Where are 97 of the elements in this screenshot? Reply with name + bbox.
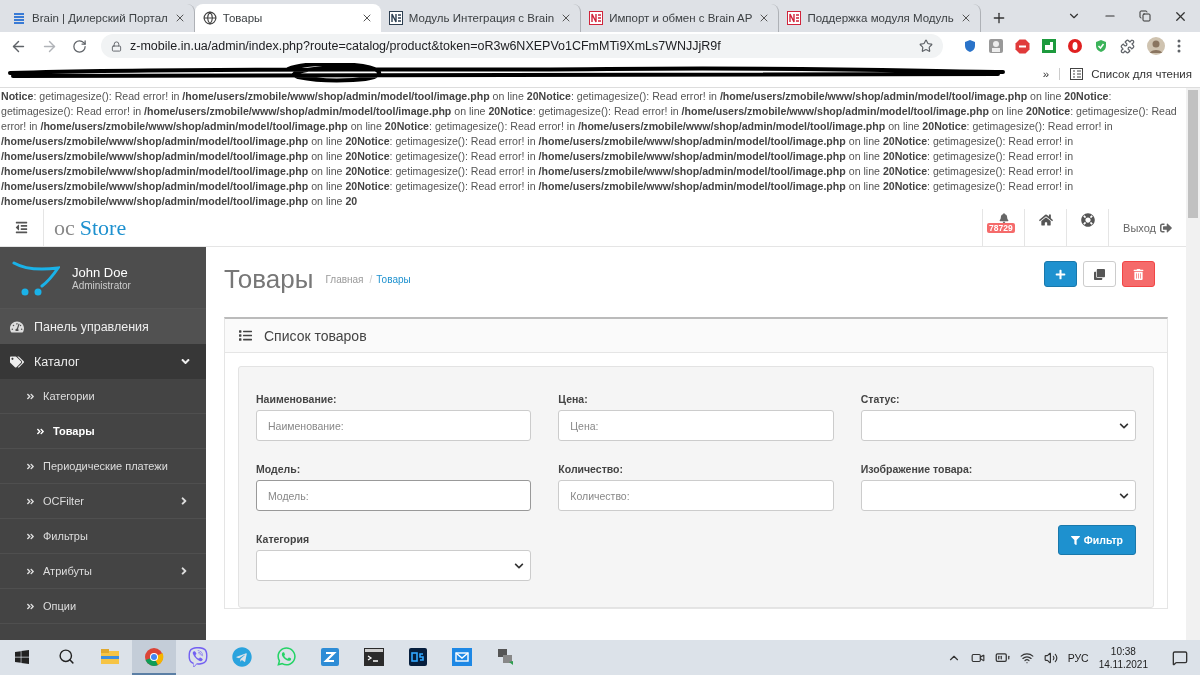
menu-toggle-icon[interactable] <box>15 221 28 234</box>
ns-icon <box>388 11 403 25</box>
reload-icon[interactable] <box>72 38 87 54</box>
field-label: Статус: <box>860 393 901 405</box>
notifications-icon[interactable] <box>1172 649 1188 666</box>
page-title: Товары <box>224 263 314 295</box>
filter-button[interactable]: Фильтр <box>1057 525 1136 555</box>
sidebar-item[interactable]: Панель управления <box>0 309 206 344</box>
stack-icon <box>12 11 26 25</box>
browser-tab[interactable]: Товары <box>194 4 381 32</box>
double-chevron-icon <box>26 566 35 576</box>
field-label: Модель: <box>256 463 302 475</box>
field-label: Наименование: <box>256 393 338 405</box>
help-icon[interactable] <box>1080 212 1095 227</box>
copy-icon <box>1094 268 1105 280</box>
field-label: Категория <box>256 533 310 545</box>
home-icon[interactable] <box>1038 212 1053 227</box>
add-button[interactable] <box>1044 261 1077 287</box>
windows-start-icon[interactable] <box>14 648 30 665</box>
user-name: John Doe <box>72 264 129 280</box>
bell-icon[interactable] <box>998 212 1009 223</box>
text-field[interactable]: Количество: <box>558 480 834 511</box>
select-field[interactable] <box>256 550 532 581</box>
mail-icon[interactable] <box>452 647 472 666</box>
app-icon[interactable] <box>409 647 427 666</box>
language-indicator[interactable]: РУС <box>1067 651 1089 664</box>
plus-icon <box>1055 268 1066 280</box>
more-icon[interactable] <box>1177 39 1181 53</box>
chevron-down-icon <box>1119 420 1129 431</box>
stop-sign-icon[interactable] <box>1015 38 1030 54</box>
shield-icon[interactable] <box>1094 39 1108 53</box>
restore-icon[interactable] <box>1139 10 1151 22</box>
select-field[interactable] <box>860 480 1136 511</box>
chevron-down-icon <box>514 560 525 571</box>
shield-icon[interactable] <box>963 39 977 53</box>
sidebar-subitem[interactable]: Фильтры <box>0 519 206 554</box>
text-field[interactable]: Модель: <box>256 480 532 511</box>
logo[interactable]: oc Store <box>44 214 127 241</box>
filter-icon <box>1070 535 1080 545</box>
double-chevron-icon <box>36 426 45 436</box>
tags-icon <box>10 354 24 369</box>
panel-title: Список товаров <box>264 327 367 344</box>
sidebar-subitem[interactable]: Опции <box>0 589 206 624</box>
bookmarks-overflow[interactable]: » <box>1042 67 1050 80</box>
text-field[interactable]: Цена: <box>558 410 834 441</box>
list-icon <box>239 329 252 342</box>
lock-icon <box>111 40 122 52</box>
browser-icon[interactable] <box>144 646 164 667</box>
delete-button[interactable] <box>1122 261 1155 287</box>
double-chevron-icon <box>26 601 35 611</box>
notification-badge: 78729 <box>987 222 1015 233</box>
volume-icon[interactable] <box>1043 650 1058 665</box>
reading-list-button[interactable]: Список для чтения <box>1059 67 1192 80</box>
double-chevron-icon <box>26 496 35 506</box>
double-chevron-icon <box>26 531 35 541</box>
ns-icon <box>589 11 604 25</box>
scrollbar[interactable] <box>1186 88 1200 640</box>
cart-logo-icon <box>12 259 60 296</box>
sidebar-subitem[interactable]: OCFilter <box>0 484 206 519</box>
error-notice: Notice: getimagesize(): Read error! in /home/users/zmobile/www/shop/admin/model/tool/image.php on line 20Notice: getimagesize(): Read error! in /home/users/zmobile/www/shop/admin/model/tool/image.php on line 20Notice: getimagesize(): Read error! in /home/users/zmobile/www/shop/admin/model/tool/image.php on line 20Notice: getimagesize(): Read error! in /home/users/zmobile/www/shop/admin/model/tool/image.php on line 20Notice: getimagesize(): Read error! in /home/users/zmobile/www/shop/admin/model/tool/image.php on line 20Notice: getimagesize(): Read error! in /home/users/zmobile/www/shop/admin/model/tool/image.php on line 20Notice: getimagesize(): Read error! in /home/users/zmobile/www/shop/admin/model/tool/image.php on line 20Notice: getimagesize(): Read error! in /home/users/zmobile/www/shop/admin/model/tool/image.php on line 20Notice: getimagesize(): Read error! in /home/users/zmobile/www/shop/admin/model/tool/image.php on line 20Notice: getimagesize(): Read error! in /home/users/zmobile/www/shop/admin/model/tool/image.php on line 20Notice: getimagesize(): Read error! in /home/users/zmobile/www/shop/admin/model/tool/image.php on line 20Notice: getimagesize(): Read error! in /home/users/zmobile/www/shop/admin/model/tool/image.php on line 20Notice: getimagesize(): Read error! in /home/users/zmobile/www/shop/admin/model/tool/image.php on line 20Notice: getimagesize(): Read error! in /home/users/zmobile/www/shop/admin/model/tool/image.php on line 20Notice: getimagesize(): Read error! in /home/users/zmobile/www/shop/admin/model/tool/image.php on line 20 <box>0 89 1178 209</box>
double-chevron-icon <box>26 391 35 401</box>
folder-icon[interactable] <box>100 647 120 666</box>
avatar-icon[interactable] <box>1147 37 1165 55</box>
user-role: Administrator <box>72 279 131 291</box>
clock[interactable]: 10:38 14.11.2021 <box>1098 644 1148 671</box>
search-icon[interactable] <box>57 648 75 665</box>
address-bar[interactable]: z-mobile.in.ua/admin/index.php?route=catalog/product&token=oR3w6NXEPVo1CFmMTi9XmLs7WNJJjR9f <box>101 34 943 58</box>
sidebar-subitem[interactable]: Товары <box>0 414 206 449</box>
reading-list-icon <box>1070 67 1084 80</box>
copy-button[interactable] <box>1083 261 1116 287</box>
terminal-icon[interactable] <box>364 647 384 666</box>
wifi-icon[interactable] <box>1019 650 1034 665</box>
field-label: Цена: <box>558 393 589 405</box>
field-label: Изображение товара: <box>860 463 974 475</box>
gauge-icon <box>10 319 24 334</box>
phone-bubble-icon[interactable] <box>188 646 208 667</box>
sidebar-item[interactable]: Каталог <box>0 344 206 379</box>
globe-icon <box>202 11 217 25</box>
select-field[interactable] <box>860 410 1136 441</box>
sidebar-subitem[interactable]: Периодические платежи <box>0 449 206 484</box>
text-field[interactable]: Наименование: <box>256 410 532 441</box>
sidebar-subitem[interactable]: Категории <box>0 379 206 414</box>
star-icon[interactable] <box>919 39 933 53</box>
sidebar-subitem[interactable]: Атрибуты <box>0 554 206 589</box>
network-icon[interactable] <box>496 646 516 667</box>
breadcrumb-separator: / <box>369 273 373 285</box>
extension-icon[interactable] <box>1042 39 1056 53</box>
battery-icon[interactable] <box>994 650 1010 665</box>
trash-icon <box>1133 268 1144 280</box>
breadcrumb-link[interactable]: Товары <box>376 273 411 285</box>
sign-out-icon <box>1160 221 1172 234</box>
ns-icon <box>787 11 802 25</box>
chevron-down-icon <box>1119 490 1129 501</box>
double-chevron-icon <box>26 461 35 471</box>
circle-icon[interactable] <box>1068 39 1082 53</box>
field-label: Количество: <box>558 463 625 475</box>
puzzle-icon[interactable] <box>1120 38 1135 54</box>
